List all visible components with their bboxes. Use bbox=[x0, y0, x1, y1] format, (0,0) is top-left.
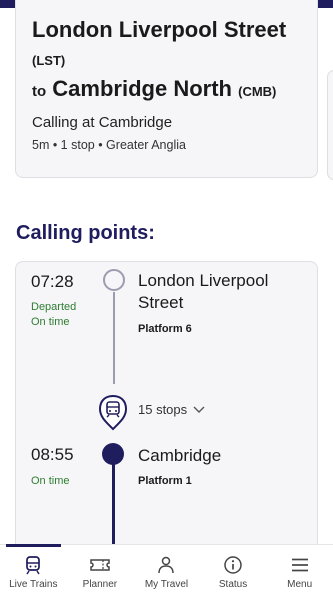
stop-marker-passed-icon bbox=[103, 269, 125, 291]
station-name-line: London Liverpool bbox=[138, 271, 269, 290]
stop-time: 07:28 bbox=[31, 272, 74, 291]
menu-icon bbox=[290, 555, 310, 575]
to-word: to bbox=[32, 83, 47, 100]
journey-summary-card[interactable]: London Liverpool Street (LST) to Cambrid… bbox=[15, 0, 318, 178]
nav-label: Live Trains bbox=[9, 579, 58, 590]
nav-menu[interactable]: Menu bbox=[266, 545, 333, 593]
stop-status-ontime: On time bbox=[31, 475, 70, 487]
stop-time: 08:55 bbox=[31, 445, 74, 464]
calling-points-card: 07:28 Departed On time London Liverpool … bbox=[15, 261, 318, 561]
nav-label: My Travel bbox=[144, 579, 189, 590]
origin-code: (LST) bbox=[32, 53, 66, 68]
calling-at-text: Calling at Cambridge bbox=[32, 114, 173, 131]
journey-meta: 5m • 1 stop • Greater Anglia bbox=[32, 138, 186, 152]
nav-label: Menu bbox=[287, 579, 313, 590]
calling-points-heading: Calling points: bbox=[16, 222, 155, 244]
person-icon bbox=[156, 555, 176, 575]
stop-platform: Platform 1 bbox=[138, 475, 192, 487]
nav-live-trains[interactable]: Live Trains bbox=[0, 544, 67, 593]
route-line-travelled bbox=[113, 292, 115, 384]
stop-status-ontime: On time bbox=[31, 316, 70, 328]
nav-status[interactable]: Status bbox=[200, 545, 267, 593]
info-icon bbox=[223, 555, 243, 575]
stop-station-name[interactable]: Cambridge bbox=[138, 445, 221, 467]
bottom-navigation: Live Trains Planner My Travel Status Men… bbox=[0, 544, 333, 593]
stop-status-departed: Departed bbox=[31, 301, 77, 313]
nav-planner[interactable]: Planner bbox=[67, 545, 134, 593]
train-location-icon bbox=[98, 394, 128, 432]
route-title: London Liverpool Street (LST) to Cambrid… bbox=[32, 16, 312, 106]
stop-platform: Platform 6 bbox=[138, 323, 192, 335]
train-icon bbox=[23, 555, 43, 575]
nav-label: Planner bbox=[82, 579, 118, 590]
destination-code: (CMB) bbox=[238, 84, 277, 99]
nav-label: Status bbox=[218, 579, 248, 590]
nav-my-travel[interactable]: My Travel bbox=[133, 545, 200, 593]
origin-station: London Liverpool Street bbox=[32, 17, 287, 42]
stop-station-name[interactable]: London Liverpool Street bbox=[138, 270, 268, 314]
next-journey-card-peek[interactable] bbox=[327, 70, 333, 180]
intermediate-stops-label: 15 stops bbox=[138, 402, 188, 417]
station-name-line: Street bbox=[138, 293, 184, 312]
chevron-down-icon bbox=[193, 402, 205, 417]
ticket-icon bbox=[89, 555, 111, 575]
expand-intermediate-stops-button[interactable]: 15 stops bbox=[138, 402, 205, 417]
destination-station: Cambridge North bbox=[52, 76, 232, 101]
stop-marker-current-icon bbox=[102, 443, 124, 465]
